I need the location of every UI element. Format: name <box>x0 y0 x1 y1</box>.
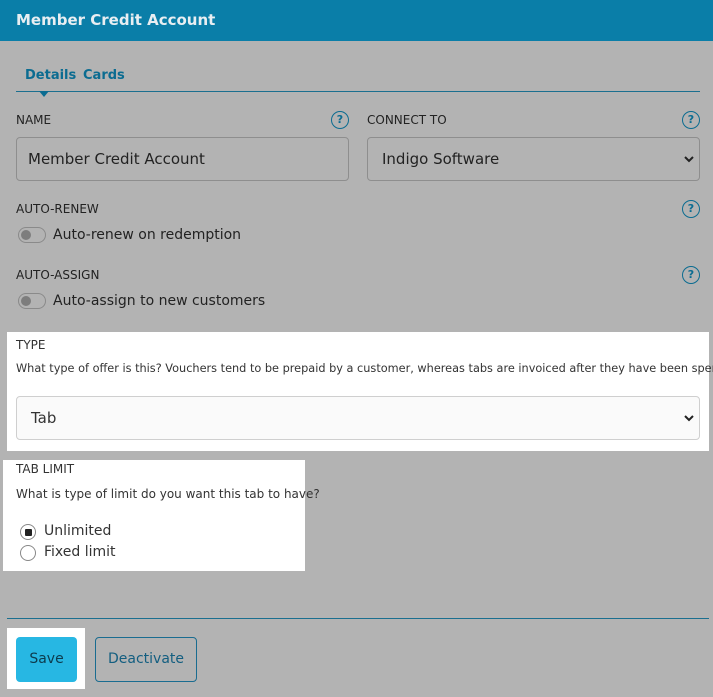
type-selected: Tab <box>31 409 57 427</box>
connect-to-label: CONNECT TO <box>367 113 447 127</box>
help-icon[interactable]: ? <box>331 111 349 129</box>
help-icon[interactable]: ? <box>682 266 700 284</box>
type-select[interactable]: Tab <box>16 396 700 440</box>
tab-bar: Details Cards <box>16 64 700 97</box>
help-icon[interactable]: ? <box>682 200 700 218</box>
tab-limit-description: What is type of limit do you want this t… <box>16 487 320 501</box>
tab-limit-label: TAB LIMIT <box>16 462 75 476</box>
toggle-knob <box>21 230 31 240</box>
chevron-down-icon <box>684 156 694 163</box>
name-label: NAME <box>16 113 52 127</box>
tab-limit-panel: TAB LIMIT What is type of limit do you w… <box>3 460 320 571</box>
type-description: What type of offer is this? Vouchers ten… <box>16 362 713 375</box>
tab-underline <box>16 91 700 92</box>
tab-cards[interactable]: Cards <box>83 68 125 83</box>
connect-to-selected: Indigo Software <box>382 150 500 168</box>
auto-assign-toggle[interactable] <box>18 293 46 309</box>
help-icon[interactable]: ? <box>682 111 700 129</box>
save-button[interactable]: Save <box>16 637 77 682</box>
chevron-down-icon <box>684 415 694 422</box>
type-panel: TYPE What type of offer is this? Voucher… <box>7 332 713 451</box>
fixed-limit-radio[interactable] <box>20 545 36 561</box>
page-header: Member Credit Account <box>0 0 713 41</box>
auto-renew-label: AUTO-RENEW <box>16 202 99 216</box>
page-title: Member Credit Account <box>16 11 216 29</box>
unlimited-radio[interactable] <box>20 524 36 540</box>
connect-to-select[interactable]: Indigo Software <box>367 137 700 181</box>
tab-details[interactable]: Details <box>25 68 76 83</box>
toggle-knob <box>21 296 31 306</box>
auto-assign-toggle-label: Auto-assign to new customers <box>53 293 266 309</box>
fixed-limit-radio-label[interactable]: Fixed limit <box>44 544 116 560</box>
auto-renew-toggle-label: Auto-renew on redemption <box>53 227 242 243</box>
footer-divider <box>7 618 709 619</box>
name-input[interactable]: Member Credit Account <box>16 137 349 181</box>
unlimited-radio-label[interactable]: Unlimited <box>44 523 111 539</box>
auto-renew-toggle[interactable] <box>18 227 46 243</box>
active-tab-indicator <box>39 91 49 97</box>
deactivate-button[interactable]: Deactivate <box>95 637 197 682</box>
auto-assign-label: AUTO-ASSIGN <box>16 268 100 282</box>
type-label: TYPE <box>16 338 46 352</box>
